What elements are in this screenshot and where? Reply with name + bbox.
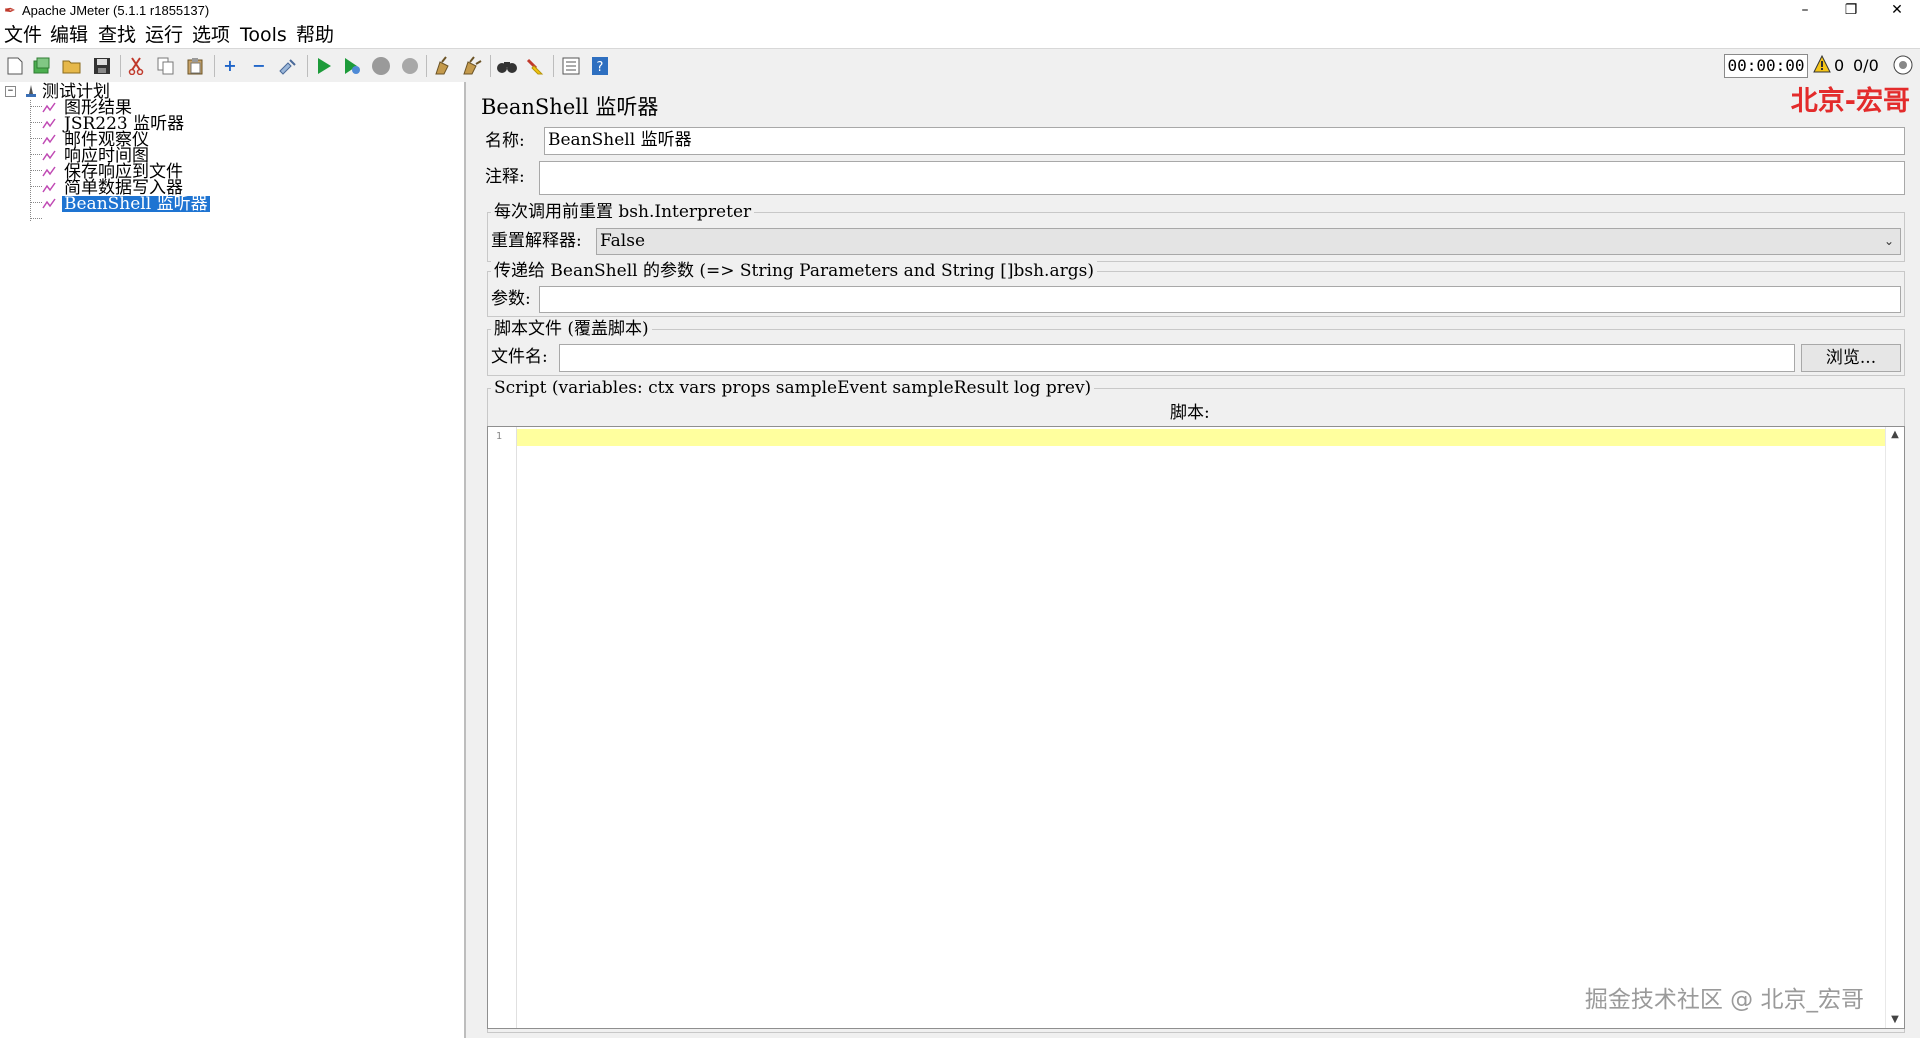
chevron-down-icon: ⌄: [1883, 234, 1894, 248]
help-icon[interactable]: ?: [589, 55, 611, 77]
params-group-title: 传递给 BeanShell 的参数 (=> String Parameters …: [491, 260, 1097, 282]
jmeter-feather-icon: ✒: [4, 3, 16, 19]
scroll-up-icon[interactable]: ▲: [1886, 427, 1904, 443]
line-number: 1: [496, 431, 503, 442]
menu-file[interactable]: 文件: [4, 24, 42, 46]
title-bar: ✒ Apache JMeter (5.1.1 r1855137) – ❐ ✕: [0, 0, 1920, 22]
listener-icon: [42, 134, 56, 145]
editor-vertical-scrollbar[interactable]: ▲ ▼: [1885, 427, 1904, 1028]
comment-label: 注释:: [485, 167, 525, 187]
listener-icon: [42, 118, 56, 129]
cut-icon[interactable]: [125, 55, 147, 77]
shutdown-icon[interactable]: [399, 55, 421, 77]
new-icon[interactable]: [4, 55, 26, 77]
remote-status-icon: [1893, 55, 1913, 81]
parameters-label: 参数:: [491, 289, 531, 309]
watermark-bottom: 掘金技术社区 @ 北京_宏哥: [1584, 987, 1864, 1013]
script-label: 脚本:: [1170, 403, 1210, 423]
start-no-pauses-icon[interactable]: [341, 55, 363, 77]
name-field[interactable]: BeanShell 监听器: [544, 127, 1905, 155]
menu-tools[interactable]: Tools: [240, 24, 287, 46]
toolbar: + − ? 00:00:00 0 0/0: [0, 48, 1920, 83]
script-editor[interactable]: 1 ▲ ▼ 掘金技术社区 @ 北京_宏哥: [487, 426, 1905, 1029]
warning-count: 0: [1834, 56, 1845, 75]
browse-button[interactable]: 浏览...: [1801, 344, 1901, 372]
listener-icon: [42, 182, 56, 193]
name-label: 名称:: [485, 131, 525, 151]
panel-title: BeanShell 监听器: [481, 95, 659, 119]
toggle-icon[interactable]: [277, 55, 299, 77]
menu-edit[interactable]: 编辑: [50, 24, 88, 46]
root-collapse-toggle[interactable]: −: [5, 86, 16, 97]
test-plan-tree: − 测试计划 图形结果 JSR223 监听器 邮件观察仪 响应时间图 保存响应到…: [0, 82, 466, 1038]
reset-group-title: 每次调用前重置 bsh.Interpreter: [491, 201, 755, 223]
menu-run[interactable]: 运行: [145, 24, 183, 46]
expand-all-icon[interactable]: +: [219, 55, 241, 77]
restore-button[interactable]: ❐: [1828, 0, 1874, 22]
comment-field[interactable]: [539, 161, 1905, 195]
clear-all-icon[interactable]: [461, 55, 483, 77]
minimize-button[interactable]: –: [1782, 0, 1828, 22]
copy-icon[interactable]: [155, 55, 177, 77]
reset-interpreter-label: 重置解释器:: [491, 231, 582, 251]
reset-interpreter-value: False: [600, 231, 645, 251]
window-title: Apache JMeter (5.1.1 r1855137): [22, 3, 210, 18]
listener-icon: [42, 102, 56, 113]
beanshell-listener-panel: BeanShell 监听器 北京-宏哥 名称: BeanShell 监听器 注释…: [471, 82, 1920, 1038]
menu-search[interactable]: 查找: [98, 24, 136, 46]
line-number-gutter: 1: [488, 427, 517, 1028]
file-group-title: 脚本文件 (覆盖脚本): [491, 318, 652, 340]
clear-icon[interactable]: [432, 55, 454, 77]
watermark-top: 北京-宏哥: [1790, 86, 1910, 117]
elapsed-timer: 00:00:00: [1724, 54, 1808, 78]
scroll-down-icon[interactable]: ▼: [1886, 1012, 1904, 1028]
thread-count: 0/0: [1853, 56, 1879, 75]
script-group-title: Script (variables: ctx vars props sample…: [491, 377, 1095, 399]
reset-interpreter-select[interactable]: False ⌄: [596, 228, 1901, 255]
function-helper-icon[interactable]: [560, 55, 582, 77]
parameters-field[interactable]: [539, 286, 1901, 313]
stop-icon[interactable]: [370, 55, 392, 77]
reset-search-icon[interactable]: [525, 55, 547, 77]
test-plan-icon: [26, 85, 36, 97]
svg-text:?: ?: [597, 60, 604, 75]
search-icon[interactable]: [496, 55, 518, 77]
warning-icon[interactable]: [1813, 54, 1831, 79]
tree-label: BeanShell 监听器: [62, 194, 210, 214]
menu-help[interactable]: 帮助: [296, 24, 334, 46]
start-icon[interactable]: [313, 55, 335, 77]
filename-field[interactable]: [559, 344, 1795, 372]
collapse-all-icon[interactable]: −: [248, 55, 270, 77]
close-button[interactable]: ✕: [1874, 0, 1920, 22]
save-icon[interactable]: [91, 55, 113, 77]
open-icon[interactable]: [61, 55, 83, 77]
filename-label: 文件名:: [491, 347, 548, 367]
paste-icon[interactable]: [184, 55, 206, 77]
listener-icon: [42, 198, 56, 209]
listener-icon: [42, 150, 56, 161]
current-line-highlight: [517, 429, 1886, 446]
menu-bar: 文件 编辑 查找 运行 选项 Tools 帮助: [0, 22, 1920, 48]
menu-options[interactable]: 选项: [192, 24, 230, 46]
templates-icon[interactable]: [31, 55, 53, 77]
listener-icon: [42, 166, 56, 177]
